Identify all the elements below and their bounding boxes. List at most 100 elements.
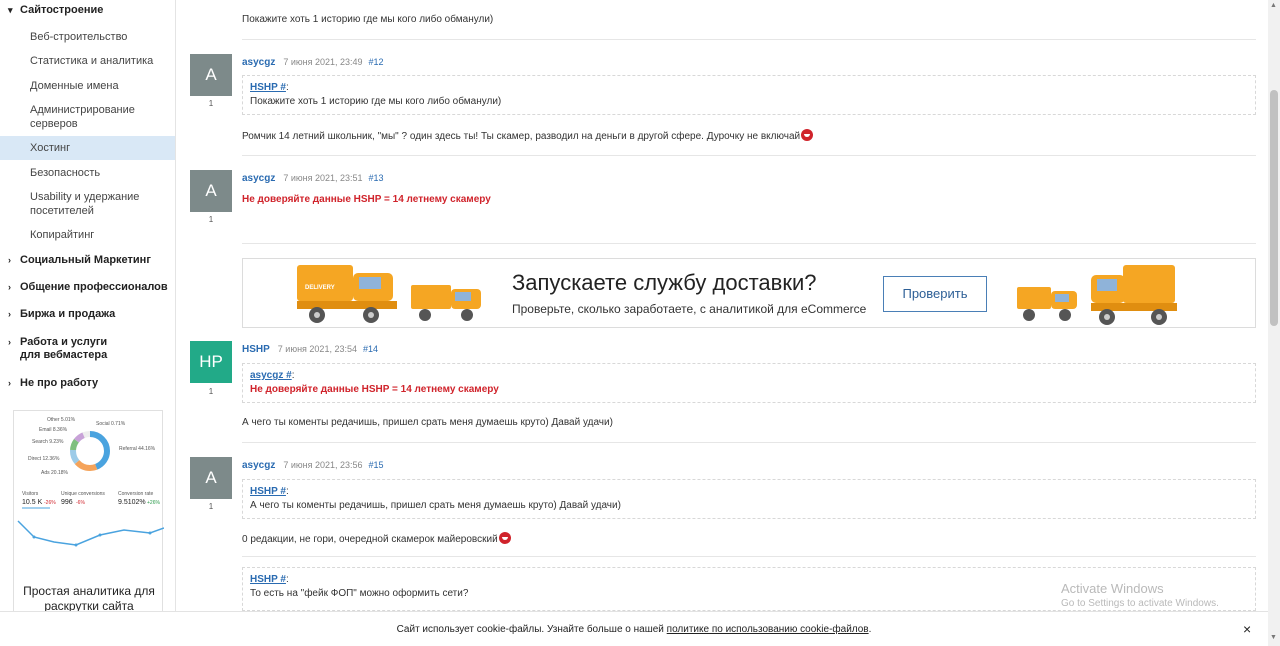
- banner-subtitle: Проверьте, сколько заработаете, с аналит…: [512, 302, 867, 316]
- quote-text: А чего ты коменты редачишь, пришел срать…: [250, 500, 621, 511]
- cookie-message: Сайт использует cookie-файлы. Узнайте бо…: [0, 624, 1268, 635]
- avatar[interactable]: HP: [190, 341, 232, 383]
- quote-author-link[interactable]: HSHP #: [250, 574, 286, 585]
- sidebar-item-hosting[interactable]: Хостинг: [30, 141, 170, 155]
- divider: [242, 442, 1256, 443]
- pie-label: Direct 12.36%: [28, 456, 60, 462]
- close-icon[interactable]: ×: [1243, 621, 1251, 637]
- post-meta: asycgz 7 июня 2021, 23:49 #12: [242, 57, 384, 68]
- stat-value: 996: [61, 499, 73, 506]
- vote-count: 1: [208, 215, 214, 224]
- divider: [242, 556, 1256, 557]
- sidebar-category-smm[interactable]: › Социальный Маркетинг: [8, 254, 151, 267]
- sidebar-item-usability[interactable]: Usability и удержание посетителей: [30, 190, 170, 218]
- post-text: Не доверяйте данные HSHP = 14 летнему ск…: [242, 194, 491, 205]
- watermark-line1: Activate Windows: [1061, 581, 1164, 596]
- cookie-text-end: .: [868, 624, 872, 635]
- divider: [242, 243, 1256, 244]
- ad-caption: Простая аналитика для раскрутки сайта: [23, 584, 155, 613]
- watermark-line2: Go to Settings to activate Windows.: [1061, 598, 1219, 609]
- scroll-down-arrow-icon[interactable]: ▼: [1270, 634, 1277, 641]
- post-author[interactable]: asycgz: [242, 460, 275, 471]
- post-author[interactable]: asycgz: [242, 57, 275, 68]
- sidebar-ad[interactable]: Other 5.01% Social 0.71% Email 8.36% Sea…: [13, 410, 165, 620]
- truck-illustration-right: [1017, 265, 1177, 325]
- pie-label: Search 9.23%: [32, 439, 64, 445]
- post-body: Ромчик 14 летний школьник, "мы" ? один з…: [242, 129, 814, 142]
- sidebar-category-market[interactable]: › Биржа и продажа: [8, 308, 115, 321]
- page-scrollbar[interactable]: ▲ ▼: [1268, 0, 1280, 646]
- chevron-right-icon: ›: [8, 282, 11, 292]
- post-date: 7 июня 2021, 23:51: [283, 173, 363, 183]
- post-number[interactable]: #12: [369, 57, 384, 67]
- truck-illustration: DELIVERY: [297, 265, 481, 323]
- post-quote: HSHP #: Покажите хоть 1 историю где мы к…: [242, 75, 1256, 115]
- windows-activation-watermark: Activate Windows Go to Settings to activ…: [1061, 581, 1219, 609]
- banner-title: Запускаете службу доставки?: [512, 270, 817, 295]
- chevron-right-icon: ›: [8, 378, 11, 388]
- chevron-down-icon: ▾: [8, 5, 13, 15]
- ad-analytics-graphic: Other 5.01% Social 0.71% Email 8.36% Sea…: [17, 417, 165, 547]
- sidebar-item-domains[interactable]: Доменные имена: [30, 79, 170, 93]
- quote-author-link[interactable]: asycgz #: [250, 370, 292, 381]
- emoji-icon: [498, 532, 511, 544]
- emoji-icon: [801, 129, 814, 141]
- divider: [242, 39, 1256, 40]
- stat-delta: -6%: [76, 500, 85, 506]
- sidebar-category-offtopic[interactable]: › Не про работу: [8, 377, 98, 390]
- chevron-right-icon: ›: [8, 337, 11, 347]
- sidebar-item-security[interactable]: Безопасность: [30, 166, 170, 180]
- post-text: 0 редакции, не гори, очередной скамерок …: [242, 534, 498, 545]
- avatar[interactable]: A: [190, 457, 232, 499]
- chevron-right-icon: ›: [8, 255, 11, 265]
- cookie-policy-link[interactable]: политике по использованию cookie-файлов: [667, 624, 869, 635]
- post-quote: asycgz #: Не доверяйте данные HSHP = 14 …: [242, 363, 1256, 403]
- quote-text: Не доверяйте данные HSHP = 14 летнему ск…: [250, 384, 499, 395]
- cookie-text: Сайт использует cookie-файлы. Узнайте бо…: [396, 624, 664, 635]
- post-text: А чего ты коменты редачишь, пришел срать…: [242, 417, 613, 428]
- stat-label: Visitors: [22, 491, 39, 497]
- stat-value: 10.5 K: [22, 499, 43, 506]
- banner-check-button[interactable]: Проверить: [883, 276, 987, 312]
- post-date: 7 июня 2021, 23:56: [283, 460, 363, 470]
- sidebar-item-copywriting[interactable]: Копирайтинг: [30, 228, 170, 242]
- post-text: Ромчик 14 летний школьник, "мы" ? один з…: [242, 131, 801, 142]
- quote-author-link[interactable]: HSHP #: [250, 82, 286, 93]
- thread-content: Покажите хоть 1 историю где мы кого либо…: [176, 0, 1268, 646]
- post-meta: asycgz 7 июня 2021, 23:51 #13: [242, 173, 384, 184]
- scroll-up-arrow-icon[interactable]: ▲: [1270, 2, 1277, 9]
- avatar[interactable]: A: [190, 54, 232, 96]
- post-body: 0 редакции, не гори, очередной скамерок …: [242, 532, 511, 545]
- scrollbar-thumb[interactable]: [1270, 90, 1278, 326]
- pie-label: Ads 20.18%: [41, 470, 69, 476]
- avatar[interactable]: A: [190, 170, 232, 212]
- cookie-banner: Сайт использует cookie-файлы. Узнайте бо…: [0, 611, 1268, 646]
- truck-label: DELIVERY: [305, 285, 335, 291]
- post-number[interactable]: #14: [363, 344, 378, 354]
- sidebar-item-stats[interactable]: Статистика и аналитика: [30, 54, 170, 68]
- previous-post-fragment: Покажите хоть 1 историю где мы кого либо…: [242, 14, 494, 25]
- vote-count: 1: [208, 502, 214, 511]
- chevron-right-icon: ›: [8, 309, 11, 319]
- pie-label: Email 8.36%: [39, 427, 68, 433]
- sidebar-item-web[interactable]: Веб-строительство: [30, 30, 170, 44]
- quote-text: Покажите хоть 1 историю где мы кого либо…: [250, 96, 502, 107]
- pie-label: Other 5.01%: [47, 417, 76, 423]
- post-number[interactable]: #15: [369, 460, 384, 470]
- post-author[interactable]: asycgz: [242, 173, 275, 184]
- vote-count: 1: [208, 99, 214, 108]
- quote-author-link[interactable]: HSHP #: [250, 486, 286, 497]
- sidebar-category-pro[interactable]: › Общение профессионалов: [8, 281, 168, 294]
- stat-label: Conversion rate: [118, 491, 154, 497]
- post-quote: HSHP #: А чего ты коменты редачишь, приш…: [242, 479, 1256, 519]
- delivery-banner-ad[interactable]: DELIVERY Запускаете службу доставки? Про…: [242, 258, 1256, 328]
- post-number[interactable]: #13: [369, 173, 384, 183]
- sidebar-category-sitebuilding[interactable]: ▾ Сайтостроение: [8, 4, 103, 17]
- stat-delta: +26%: [147, 500, 160, 506]
- pie-label: Social 0.71%: [96, 421, 126, 427]
- post-author[interactable]: HSHP: [242, 344, 270, 355]
- sidebar-category-jobs[interactable]: › Работа и услуги для вебмастера: [8, 336, 138, 362]
- stat-delta: -26%: [44, 500, 56, 506]
- sidebar-item-admin[interactable]: Администрирование серверов: [30, 103, 170, 131]
- stat-label: Unique conversions: [61, 491, 105, 497]
